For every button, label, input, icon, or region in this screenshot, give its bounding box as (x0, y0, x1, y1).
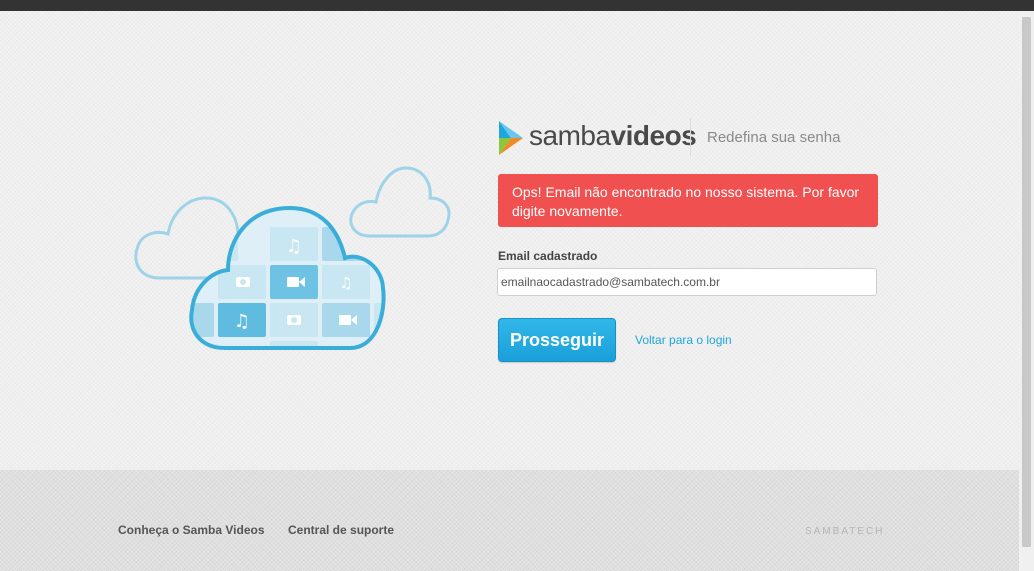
browser-top-bar (0, 0, 1034, 11)
svg-text:♫: ♫ (286, 236, 302, 257)
camera-icon (287, 315, 301, 325)
music-note-icon: ♫ (286, 236, 302, 257)
footer-link-about[interactable]: Conheça o Samba Videos (118, 523, 265, 537)
sambatech-logo: SAMBATECH (805, 526, 885, 537)
footer (0, 470, 1019, 571)
page-subtitle: Redefina sua senha (707, 129, 841, 146)
email-input[interactable] (497, 268, 877, 296)
header-divider (690, 118, 691, 156)
error-alert: Ops! Email não encontrado no nosso siste… (498, 174, 878, 227)
submit-button[interactable]: Prosseguir (498, 318, 616, 362)
small-cloud-right (349, 166, 451, 238)
music-note-icon: ♫ (339, 274, 352, 292)
camera-icon (236, 277, 250, 287)
music-note-icon: ♫ (234, 311, 250, 332)
play-logo-icon (499, 121, 523, 155)
footer-link-support[interactable]: Central de suporte (288, 523, 394, 537)
email-label: Email cadastrado (498, 249, 598, 263)
back-to-login-link[interactable]: Voltar para o login (635, 333, 732, 347)
cloud-illustration: ♫ ♫ ♫ (134, 166, 451, 350)
scrollbar-thumb[interactable] (1022, 17, 1031, 547)
samba-videos-logo: sambavideos (497, 119, 697, 157)
scrollbar[interactable] (1019, 11, 1034, 571)
svg-text:♫: ♫ (234, 311, 250, 332)
svg-text:♫: ♫ (339, 274, 352, 292)
error-message: Ops! Email não encontrado no nosso siste… (512, 184, 860, 219)
logo-wordmark: sambavideos (529, 120, 697, 151)
